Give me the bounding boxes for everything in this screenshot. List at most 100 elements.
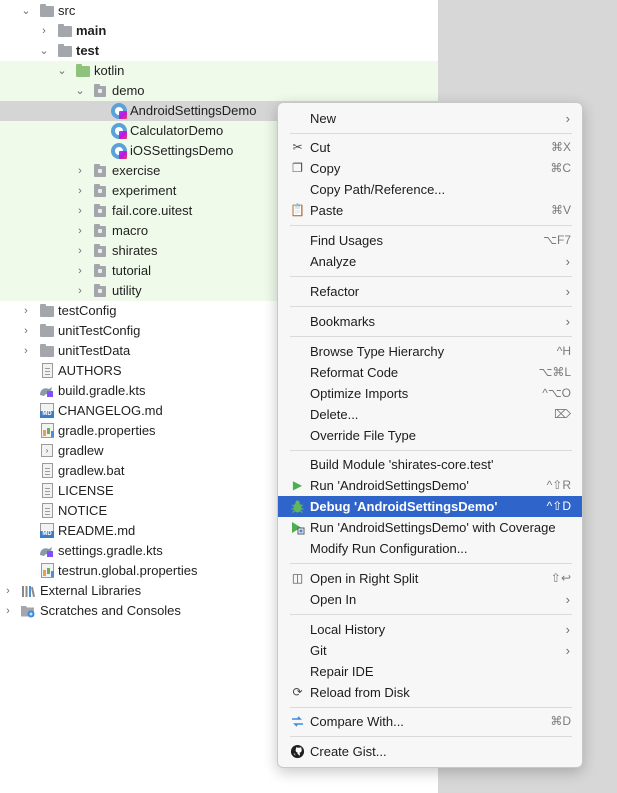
menu-item-run-with-coverage[interactable]: Run 'AndroidSettingsDemo' with Coverage bbox=[278, 517, 582, 538]
menu-item-find-usages[interactable]: Find Usages ⌥F7 bbox=[278, 230, 582, 251]
chevron-right-icon[interactable]: › bbox=[74, 161, 86, 181]
menu-item-paste[interactable]: 📋 Paste ⌘V bbox=[278, 200, 582, 221]
shell-script-icon: › bbox=[41, 444, 53, 457]
menu-item-reload-from-disk[interactable]: ⟳ Reload from Disk bbox=[278, 682, 582, 703]
chevron-down-icon[interactable]: ⌄ bbox=[56, 61, 68, 81]
menu-item-label: Debug 'AndroidSettingsDemo' bbox=[310, 499, 498, 514]
tree-item-test[interactable]: ⌄ test bbox=[0, 41, 438, 61]
properties-file-icon bbox=[41, 563, 54, 578]
gradle-icon bbox=[40, 547, 53, 557]
menu-item-git[interactable]: Git › bbox=[278, 640, 582, 661]
chevron-right-icon[interactable]: › bbox=[38, 21, 50, 41]
tree-item-label: settings.gradle.kts bbox=[58, 543, 163, 558]
chevron-right-icon[interactable]: › bbox=[2, 601, 14, 621]
menu-item-bookmarks[interactable]: Bookmarks › bbox=[278, 311, 582, 332]
tree-item-label: CHANGELOG.md bbox=[58, 403, 163, 418]
tree-item-label: src bbox=[58, 3, 76, 18]
tree-item-label: unitTestConfig bbox=[58, 323, 141, 338]
menu-item-analyze[interactable]: Analyze › bbox=[278, 251, 582, 272]
menu-item-create-gist[interactable]: Create Gist... bbox=[278, 741, 582, 762]
menu-item-shortcut: ⌥⌘L bbox=[538, 365, 571, 379]
menu-item-run[interactable]: ▶ Run 'AndroidSettingsDemo' ^⇧R bbox=[278, 475, 582, 496]
chevron-right-icon[interactable]: › bbox=[74, 181, 86, 201]
menu-item-modify-run-configuration[interactable]: Modify Run Configuration... bbox=[278, 538, 582, 559]
tree-item-kotlin[interactable]: ⌄ kotlin bbox=[0, 61, 438, 81]
tree-item-label: CalculatorDemo bbox=[130, 123, 224, 138]
menu-item-label: Local History bbox=[310, 622, 386, 637]
menu-item-label: Modify Run Configuration... bbox=[310, 541, 468, 556]
menu-item-local-history[interactable]: Local History › bbox=[278, 619, 582, 640]
chevron-down-icon[interactable]: ⌄ bbox=[20, 1, 32, 21]
github-icon bbox=[290, 744, 305, 759]
menu-item-repair-ide[interactable]: Repair IDE bbox=[278, 661, 582, 682]
chevron-right-icon[interactable]: › bbox=[20, 321, 32, 341]
menu-item-label: Git bbox=[310, 643, 327, 658]
chevron-right-icon[interactable]: › bbox=[74, 221, 86, 241]
tree-item-src[interactable]: ⌄ src bbox=[0, 1, 438, 21]
menu-item-reformat-code[interactable]: Reformat Code ⌥⌘L bbox=[278, 362, 582, 383]
tree-item-label: shirates bbox=[112, 243, 158, 258]
menu-item-build-module[interactable]: Build Module 'shirates-core.test' bbox=[278, 454, 582, 475]
tree-item-label: exercise bbox=[112, 163, 161, 178]
menu-separator bbox=[290, 450, 572, 451]
chevron-right-icon[interactable]: › bbox=[2, 581, 14, 601]
menu-item-cut[interactable]: ✂ Cut ⌘X bbox=[278, 137, 582, 158]
tree-item-label: macro bbox=[112, 223, 149, 238]
tree-item-label: gradlew bbox=[58, 443, 104, 458]
menu-item-shortcut: ⌘V bbox=[550, 203, 571, 217]
menu-item-label: Copy bbox=[310, 161, 341, 176]
menu-item-label: Open In bbox=[310, 592, 357, 607]
chevron-down-icon[interactable]: ⌄ bbox=[38, 41, 50, 61]
gradle-icon bbox=[40, 387, 53, 397]
menu-item-debug[interactable]: Debug 'AndroidSettingsDemo' ^⇧D bbox=[278, 496, 582, 517]
menu-item-compare-with[interactable]: Compare With... ⌘D bbox=[278, 711, 582, 732]
menu-item-shortcut: ⌘X bbox=[550, 140, 571, 154]
menu-separator bbox=[290, 133, 572, 134]
menu-item-browse-type-hierarchy[interactable]: Browse Type Hierarchy ^H bbox=[278, 341, 582, 362]
menu-item-label: Copy Path/Reference... bbox=[310, 182, 446, 197]
menu-item-shortcut: ^H bbox=[556, 344, 571, 358]
menu-item-label: Analyze bbox=[310, 254, 357, 269]
chevron-right-icon[interactable]: › bbox=[74, 261, 86, 281]
tree-item-label: utility bbox=[112, 283, 142, 298]
tree-item-main[interactable]: › main bbox=[0, 21, 438, 41]
menu-item-label: Override File Type bbox=[310, 428, 416, 443]
tree-item-label: LICENSE bbox=[58, 483, 114, 498]
chevron-right-icon[interactable]: › bbox=[20, 341, 32, 361]
menu-item-label: Refactor bbox=[310, 284, 360, 299]
tree-item-demo[interactable]: ⌄ demo bbox=[0, 81, 438, 101]
chevron-right-icon[interactable]: › bbox=[74, 241, 86, 261]
menu-item-shortcut: ⌦ bbox=[554, 407, 571, 421]
menu-item-copy-path-reference[interactable]: Copy Path/Reference... bbox=[278, 179, 582, 200]
package-icon bbox=[94, 244, 106, 257]
menu-item-optimize-imports[interactable]: Optimize Imports ^⌥O bbox=[278, 383, 582, 404]
package-icon bbox=[94, 204, 106, 217]
menu-item-label: Build Module 'shirates-core.test' bbox=[310, 457, 494, 472]
menu-item-label: Reformat Code bbox=[310, 365, 399, 380]
menu-item-label: Repair IDE bbox=[310, 664, 374, 679]
chevron-right-icon[interactable]: › bbox=[74, 281, 86, 301]
package-icon bbox=[94, 224, 106, 237]
kotlin-class-icon bbox=[111, 103, 127, 119]
menu-item-label: Run 'AndroidSettingsDemo' bbox=[310, 478, 469, 493]
package-icon bbox=[94, 164, 106, 177]
chevron-down-icon[interactable]: ⌄ bbox=[74, 81, 86, 101]
menu-item-shortcut: ⌘D bbox=[550, 714, 571, 728]
menu-item-open-in-right-split[interactable]: ◫ Open in Right Split ⇧↩ bbox=[278, 568, 582, 589]
menu-item-new[interactable]: New › bbox=[278, 108, 582, 129]
menu-item-label: Run 'AndroidSettingsDemo' with Coverage bbox=[310, 520, 556, 535]
tree-item-label: Scratches and Consoles bbox=[40, 603, 181, 618]
tree-item-label: README.md bbox=[58, 523, 136, 538]
chevron-right-icon[interactable]: › bbox=[74, 201, 86, 221]
chevron-right-icon[interactable]: › bbox=[20, 301, 32, 321]
menu-item-override-file-type[interactable]: Override File Type bbox=[278, 425, 582, 446]
menu-item-refactor[interactable]: Refactor › bbox=[278, 281, 582, 302]
text-file-icon bbox=[42, 363, 53, 378]
menu-item-label: Reload from Disk bbox=[310, 685, 410, 700]
menu-item-delete[interactable]: Delete... ⌦ bbox=[278, 404, 582, 425]
kotlin-class-icon bbox=[111, 123, 127, 139]
menu-item-open-in[interactable]: Open In › bbox=[278, 589, 582, 610]
scratches-icon bbox=[21, 606, 35, 618]
menu-item-label: Create Gist... bbox=[310, 744, 387, 759]
menu-item-copy[interactable]: ❐ Copy ⌘C bbox=[278, 158, 582, 179]
